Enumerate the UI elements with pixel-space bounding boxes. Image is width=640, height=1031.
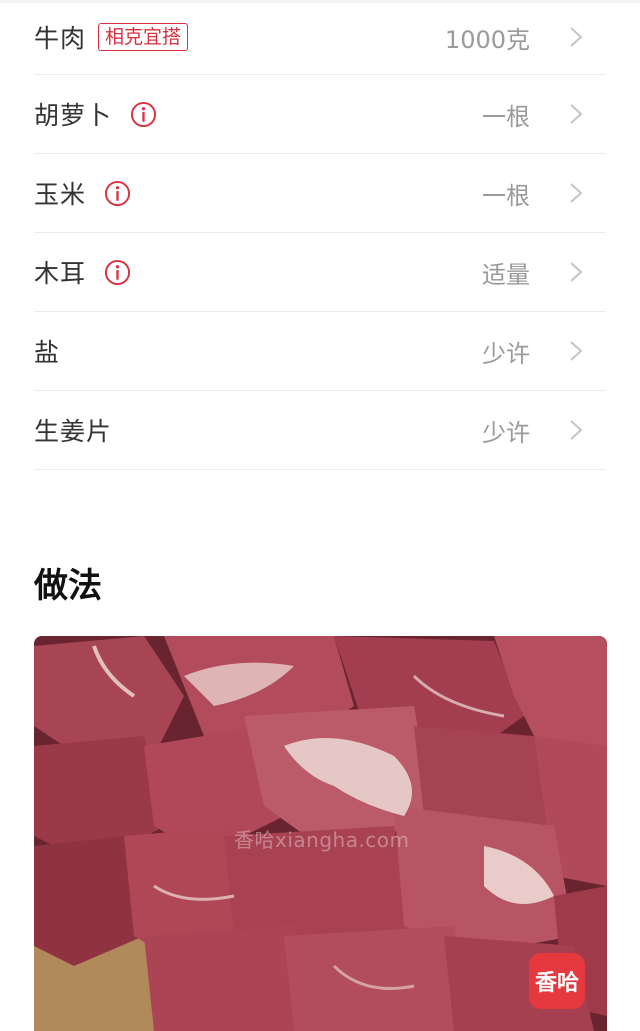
ingredient-row-wood-ear[interactable]: 木耳 适量	[34, 233, 606, 312]
chevron-right-icon	[570, 262, 583, 282]
xiangha-logo: 香哈	[529, 953, 585, 1009]
ingredient-amount: 少许	[482, 339, 530, 368]
ingredient-list: 牛肉 相克宜搭 1000克 胡萝卜 一根 玉米 一根 木耳 适量 盐 少许 生姜…	[34, 0, 606, 470]
ingredient-row-beef[interactable]: 牛肉 相克宜搭 1000克	[34, 0, 606, 75]
ingredient-name: 胡萝卜	[34, 101, 113, 130]
ingredient-row-corn[interactable]: 玉米 一根	[34, 154, 606, 233]
logo-text: 香哈	[534, 971, 579, 996]
ingredient-row-carrot[interactable]: 胡萝卜 一根	[34, 75, 606, 154]
chevron-right-icon	[570, 183, 583, 203]
info-circle-icon[interactable]	[104, 259, 131, 286]
compatibility-tag[interactable]: 相克宜搭	[98, 23, 189, 51]
info-circle-icon[interactable]	[130, 101, 157, 128]
step-photo[interactable]: 香哈xiangha.com 香哈	[34, 636, 607, 1031]
ingredient-amount: 一根	[482, 102, 530, 131]
ingredient-name: 玉米	[34, 180, 87, 209]
steps-section-title: 做法	[34, 566, 102, 606]
ingredient-name: 木耳	[34, 259, 87, 288]
ingredient-amount: 适量	[482, 260, 530, 289]
chevron-right-icon	[570, 420, 583, 440]
ingredient-name: 盐	[34, 338, 61, 367]
ingredient-name: 生姜片	[34, 417, 113, 446]
chevron-right-icon	[570, 27, 583, 47]
ingredient-row-ginger[interactable]: 生姜片 少许	[34, 391, 606, 470]
chevron-right-icon	[570, 104, 583, 124]
ingredient-amount: 少许	[482, 418, 530, 447]
ingredient-amount: 一根	[482, 181, 530, 210]
chevron-right-icon	[570, 341, 583, 361]
info-circle-icon[interactable]	[104, 180, 131, 207]
image-watermark: 香哈xiangha.com	[234, 828, 410, 852]
ingredient-amount: 1000克	[444, 25, 530, 54]
ingredient-row-salt[interactable]: 盐 少许	[34, 312, 606, 391]
ingredient-name: 牛肉	[34, 24, 87, 53]
